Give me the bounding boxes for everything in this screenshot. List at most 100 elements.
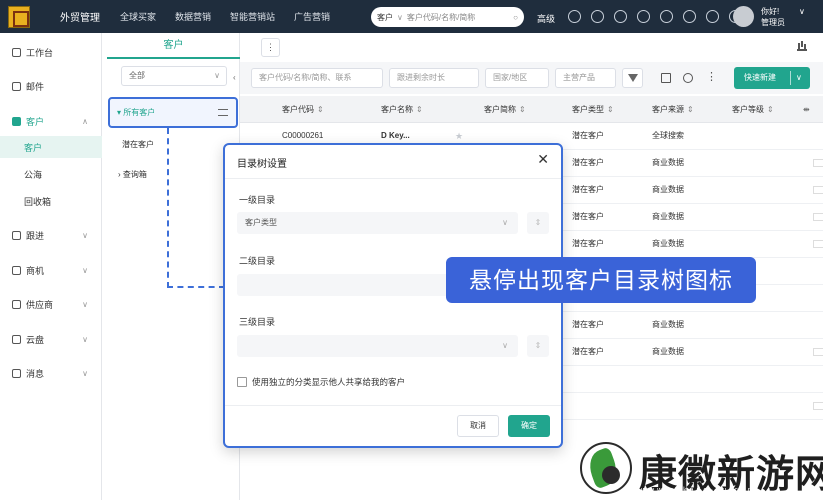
col-customer-code[interactable]: 客户代码 ⇕: [282, 96, 324, 123]
cloud-icon: [12, 334, 21, 344]
advanced-search-link[interactable]: 高级: [537, 12, 555, 25]
nav-ad-marketing[interactable]: 广告营销: [294, 10, 330, 23]
collapse-icon[interactable]: ‹: [233, 73, 236, 82]
tree-node-potential[interactable]: 潜在客户: [122, 139, 154, 150]
table-header: 客户代码 ⇕ 客户名称 ⇕ 客户简称 ⇕ 客户类型 ⇕ 客户来源 ⇕ 客户等级 ⇕ ⇼: [240, 96, 823, 123]
sort-icon[interactable]: ⇕: [519, 105, 526, 114]
cancel-button[interactable]: 取消: [457, 415, 499, 437]
tab-customers[interactable]: 客户: [107, 33, 240, 59]
chevron-down-icon: ∨: [82, 265, 88, 275]
quick-create-button[interactable]: 快速新建 ∨: [734, 67, 810, 89]
sort-icon[interactable]: ⇕: [687, 105, 694, 114]
sort-icon[interactable]: ⇕: [416, 105, 423, 114]
sort-icon[interactable]: ⇕: [767, 105, 774, 114]
col-customer-short[interactable]: 客户简称 ⇕: [484, 96, 526, 123]
chevron-down-icon[interactable]: ∨: [799, 7, 805, 16]
clock-icon[interactable]: [637, 10, 650, 23]
watermark-logo: [580, 442, 632, 494]
sidebar-item-workbench[interactable]: 工作台: [0, 41, 102, 63]
col-customer-name[interactable]: 客户名称 ⇕: [381, 96, 423, 123]
history-icon[interactable]: [614, 10, 627, 23]
app-logo[interactable]: [8, 5, 30, 28]
level1-select[interactable]: 客户类型 ∨: [237, 212, 518, 234]
more-icon[interactable]: ⋮: [706, 70, 717, 83]
chevron-down-icon[interactable]: ∨: [796, 67, 802, 89]
cell-type: 潜在客户: [572, 239, 604, 248]
sidebar-item-supplier[interactable]: 供应商 ∨: [0, 293, 102, 315]
search-input[interactable]: 客户代码/名称/简称: [407, 12, 513, 23]
scope-select-value: 全部: [129, 71, 145, 80]
nav-data-marketing[interactable]: 数据营销: [175, 10, 211, 23]
cell-type: 潜在客户: [572, 131, 604, 140]
mail-icon[interactable]: [591, 10, 604, 23]
user-greeting: 你好!: [761, 7, 780, 16]
bell-icon[interactable]: [706, 10, 719, 23]
col-customer-type[interactable]: 客户类型 ⇕: [572, 96, 614, 123]
refresh-icon[interactable]: [683, 73, 693, 83]
tree-settings-icon[interactable]: [218, 109, 228, 116]
separate-shared-label[interactable]: 使用独立的分类显示他人共享给我的客户: [252, 376, 405, 388]
level3-select[interactable]: ∨: [237, 335, 518, 357]
product-filter-label: 主营产品: [563, 73, 595, 82]
sidebar-item-label: 云盘: [26, 334, 45, 345]
col-label: 客户简称: [484, 105, 516, 114]
tree-node-all-customers[interactable]: ▾ 所有客户: [108, 97, 238, 128]
quick-create-label: 快速新建: [744, 73, 776, 82]
followup-filter[interactable]: 跟进剩余时长: [389, 68, 479, 88]
export-icon[interactable]: [661, 73, 671, 83]
search-category[interactable]: 客户: [377, 12, 393, 23]
col-customer-source[interactable]: 客户来源 ⇕: [652, 96, 694, 123]
more-tabs-button[interactable]: ⋮: [261, 38, 280, 57]
country-filter-label: 国家/地区: [493, 73, 528, 82]
followup-filter-label: 跟进剩余时长: [397, 73, 445, 82]
separate-shared-checkbox[interactable]: [237, 377, 247, 387]
sidebar-item-customer[interactable]: 客户: [0, 136, 102, 158]
watermark: 康徽新游网 www.shkang-qu.com: [575, 440, 823, 500]
mail-icon: [12, 81, 21, 91]
user-info[interactable]: 你好! 管理员: [761, 6, 785, 28]
country-flag-icon: [813, 348, 823, 356]
sidebar-item-recycle-bin[interactable]: 回收箱: [0, 190, 102, 212]
scope-select[interactable]: 全部 ∨: [121, 66, 227, 86]
brand-title[interactable]: 外贸管理: [60, 9, 100, 24]
customer-search-input[interactable]: 客户代码/名称/简称、联系: [251, 68, 383, 88]
col-customer-level[interactable]: 客户等级 ⇕: [732, 96, 774, 123]
sidebar-item-public-pool[interactable]: 公海: [0, 163, 102, 185]
opportunity-icon: [12, 265, 21, 275]
filter-icon[interactable]: [622, 68, 643, 88]
country-filter[interactable]: 国家/地区: [485, 68, 549, 88]
nav-global-buyers[interactable]: 全球买家: [120, 10, 156, 23]
sidebar-item-messages[interactable]: 消息 ∨: [0, 362, 102, 384]
calendar-icon[interactable]: [660, 10, 673, 23]
column-settings-icon[interactable]: ⇼: [803, 96, 810, 123]
sort-icon[interactable]: ⇕: [607, 105, 614, 114]
cloud-icon[interactable]: [568, 10, 581, 23]
nav-smart-marketing[interactable]: 智能营销站: [230, 10, 275, 23]
country-flag-icon: [813, 186, 823, 194]
avatar[interactable]: [733, 6, 754, 27]
cell-source: 商业数据: [652, 239, 684, 248]
sidebar-item-opportunity[interactable]: 商机 ∨: [0, 259, 102, 281]
divider: [225, 178, 561, 179]
close-icon[interactable]: ✕: [537, 151, 549, 168]
search-icon[interactable]: ○: [513, 13, 518, 22]
sidebar-item-cloud-drive[interactable]: 云盘 ∨: [0, 328, 102, 350]
country-flag-icon: [813, 240, 823, 248]
cell-source: 商业数据: [652, 320, 684, 329]
global-search[interactable]: 客户 ∨ 客户代码/名称/简称 ○: [371, 7, 524, 27]
chat-icon[interactable]: [683, 10, 696, 23]
level3-stepper[interactable]: ⇕: [527, 335, 549, 357]
sort-icon[interactable]: ⇕: [317, 105, 324, 114]
sidebar-item-customers[interactable]: 客户 ∧: [0, 110, 102, 132]
product-filter[interactable]: 主营产品: [555, 68, 616, 88]
message-icon: [12, 368, 21, 378]
sidebar-item-followup[interactable]: 跟进 ∨: [0, 224, 102, 246]
col-label: 客户类型: [572, 105, 604, 114]
confirm-button[interactable]: 确定: [508, 415, 550, 437]
tree-node-query-box[interactable]: › 查询箱: [118, 169, 147, 180]
level1-stepper[interactable]: ⇕: [527, 212, 549, 234]
chart-icon[interactable]: [797, 41, 807, 51]
sidebar-item-mail[interactable]: 邮件: [0, 75, 102, 97]
cell-type: 潜在客户: [572, 185, 604, 194]
divider: [225, 405, 561, 406]
